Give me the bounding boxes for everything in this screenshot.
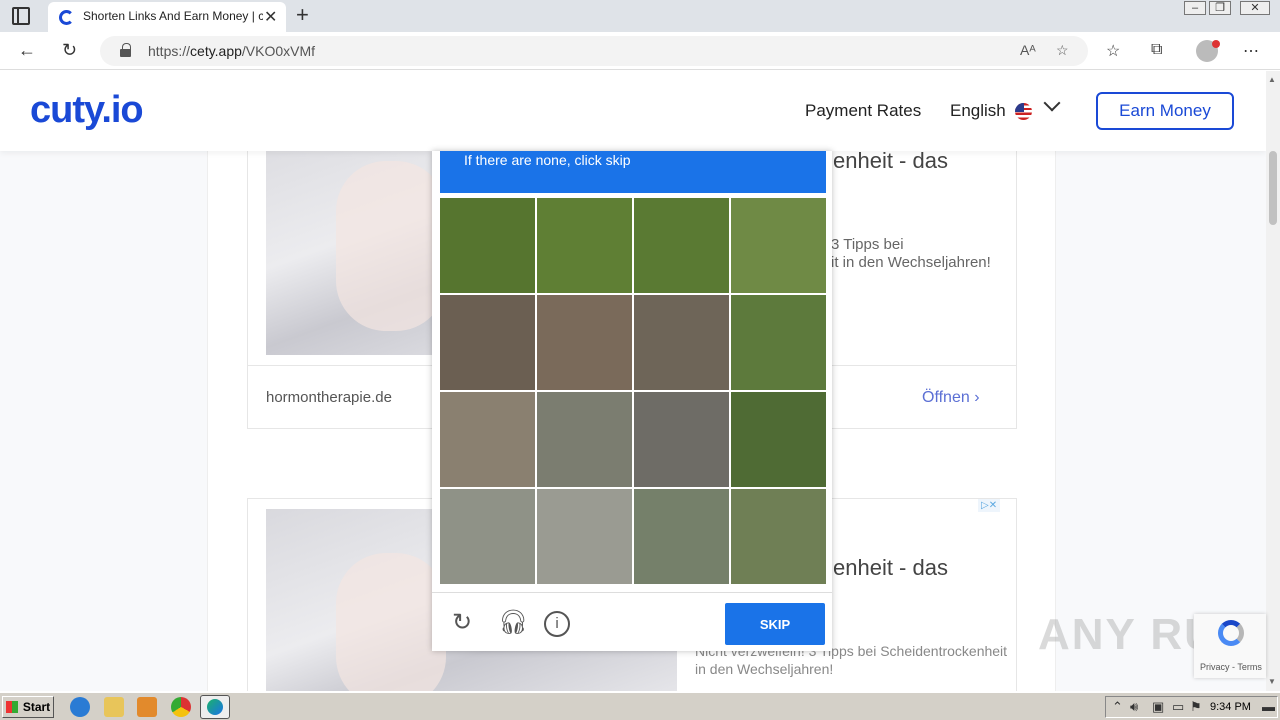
favicon-icon [59,10,74,25]
captcha-tile[interactable] [731,295,826,390]
captcha-tile[interactable] [440,295,535,390]
network-icon[interactable]: ▣ [1152,699,1164,715]
ad-choices-icon[interactable]: ▷✕ [978,499,1001,512]
system-tray: ⌃ 🔊︎ ▣ ▭ ⚑ 9:34 PM ▬ [1105,696,1278,718]
close-window-button[interactable]: ✕ [1240,1,1270,15]
captcha-instruction: If there are none, click skip [464,152,631,168]
add-favorite-icon[interactable]: ☆ [1056,42,1069,59]
skip-button[interactable]: SKIP [725,603,825,645]
page-scrollbar[interactable]: ▲ ▼ [1266,71,1280,691]
captcha-tile[interactable] [537,198,632,293]
profile-avatar[interactable] [1196,40,1220,62]
captcha-tile[interactable] [440,392,535,487]
captcha-tile[interactable] [537,392,632,487]
captcha-tile[interactable] [537,489,632,584]
new-tab-icon[interactable]: + [296,2,309,28]
ad-open-link[interactable]: Öffnen › [922,389,980,407]
recaptcha-links[interactable]: Privacy - Terms [1200,662,1262,672]
tab-actions-icon[interactable] [12,7,30,25]
edge-icon[interactable] [200,695,230,719]
clock[interactable]: 9:34 PM [1210,701,1251,713]
captcha-tile[interactable] [634,198,729,293]
captcha-tile[interactable] [634,489,729,584]
ad-headline[interactable]: enheit - das [833,555,948,581]
lock-icon[interactable] [120,43,131,57]
chrome-icon[interactable] [171,697,191,717]
recaptcha-logo-icon [1218,620,1244,646]
language-selector[interactable]: English [950,101,1006,121]
captcha-image-grid [440,198,826,584]
favorites-icon[interactable]: ☆ [1106,41,1120,61]
captcha-tile[interactable] [440,489,535,584]
menu-icon[interactable]: ⋯ [1243,41,1259,61]
audio-icon[interactable]: 🎧︎ [498,611,528,635]
captcha-tile[interactable] [537,295,632,390]
captcha-tile[interactable] [634,295,729,390]
ad-headline[interactable]: enheit - das [833,148,948,174]
ie-icon[interactable] [70,697,90,717]
ad-domain[interactable]: hormontherapie.de [266,389,392,406]
chevron-down-icon[interactable] [1043,94,1061,112]
taskbar: Start ⌃ 🔊︎ ▣ ▭ ⚑ 9:34 PM ▬ [0,692,1280,720]
back-icon[interactable]: ← [18,40,36,61]
captcha-footer: ↻ 🎧︎ i SKIP [432,592,832,651]
reload-icon[interactable]: ↻ [452,611,472,635]
tab-title: Shorten Links And Earn Money | c [83,9,263,23]
site-header: cuty.io Payment Rates English Earn Money [0,71,1266,151]
tab-close-icon[interactable]: ✕ [264,7,277,27]
captcha-tile[interactable] [731,392,826,487]
ad-text: 3 Tipps bei it in den Wechseljahren! [831,236,991,271]
tab-bar: Shorten Links And Earn Money | c ✕ + – ❐… [0,0,1280,32]
scroll-thumb[interactable] [1269,151,1277,225]
us-flag-icon [1015,103,1032,120]
captcha-tile[interactable] [440,198,535,293]
volume-icon[interactable]: 🔊︎ [1130,699,1138,715]
read-aloud-icon[interactable]: Aᴬ [1020,42,1036,58]
address-bar[interactable]: https://cety.app/VKO0xVMf Aᴬ ☆ [100,36,1088,66]
site-logo[interactable]: cuty.io [30,89,144,132]
url-text[interactable]: https://cety.app/VKO0xVMf [148,43,315,59]
tray-expand-icon[interactable]: ⌃ [1112,699,1123,715]
payment-rates-link[interactable]: Payment Rates [805,101,921,121]
battery-icon[interactable]: ▭ [1172,699,1184,715]
scroll-down-icon[interactable]: ▼ [1268,677,1276,686]
earn-money-button[interactable]: Earn Money [1096,92,1234,130]
minimize-button[interactable]: – [1184,1,1206,15]
recaptcha-badge[interactable]: Privacy - Terms [1194,614,1266,678]
info-icon[interactable]: i [544,611,570,637]
page-viewport: cuty.io Payment Rates English Earn Money… [0,71,1266,691]
restore-button[interactable]: ❐ [1209,1,1231,15]
media-player-icon[interactable] [137,697,157,717]
start-button[interactable]: Start [2,696,54,718]
captcha-header: If there are none, click skip [440,151,826,193]
scroll-up-icon[interactable]: ▲ [1268,75,1276,84]
address-toolbar: ← ↻ https://cety.app/VKO0xVMf Aᴬ ☆ ☆ ⧉ ⋯ [0,32,1280,70]
captcha-tile[interactable] [731,198,826,293]
refresh-icon[interactable]: ↻ [62,40,77,61]
tab-active[interactable]: Shorten Links And Earn Money | c ✕ [48,2,286,32]
captcha-challenge: If there are none, click skip ↻ 🎧︎ i SKI… [432,151,832,651]
flag-icon[interactable]: ⚑ [1190,699,1202,715]
captcha-tile[interactable] [731,489,826,584]
explorer-icon[interactable] [104,697,124,717]
collections-icon[interactable]: ⧉ [1151,41,1162,59]
windows-logo-icon [6,701,18,713]
show-desktop-icon[interactable]: ▬ [1262,699,1275,714]
captcha-tile[interactable] [634,392,729,487]
